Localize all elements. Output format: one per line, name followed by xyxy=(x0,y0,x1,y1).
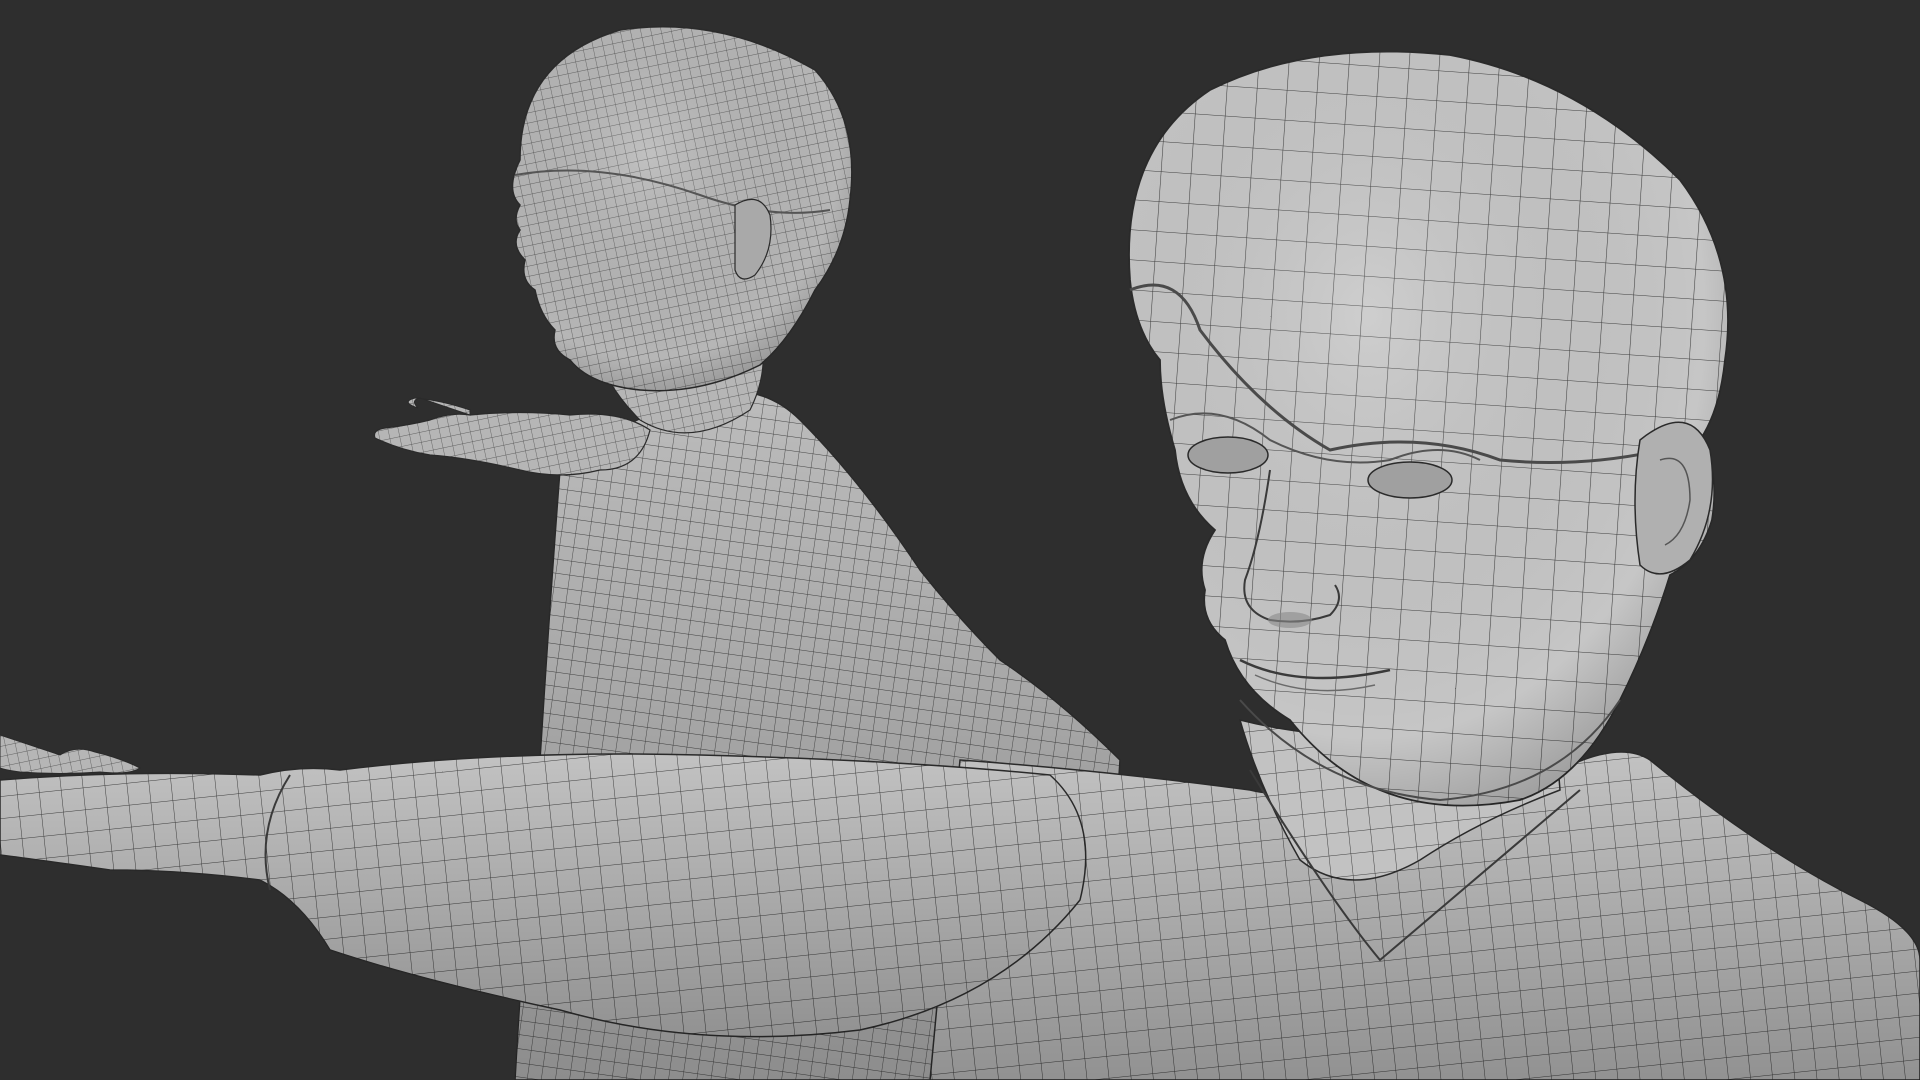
figure-front-eye-left xyxy=(1187,436,1269,474)
viewport-canvas xyxy=(0,0,1920,1080)
3d-viewport[interactable] xyxy=(0,0,1920,1080)
figure-front-eye-right xyxy=(1367,461,1453,499)
